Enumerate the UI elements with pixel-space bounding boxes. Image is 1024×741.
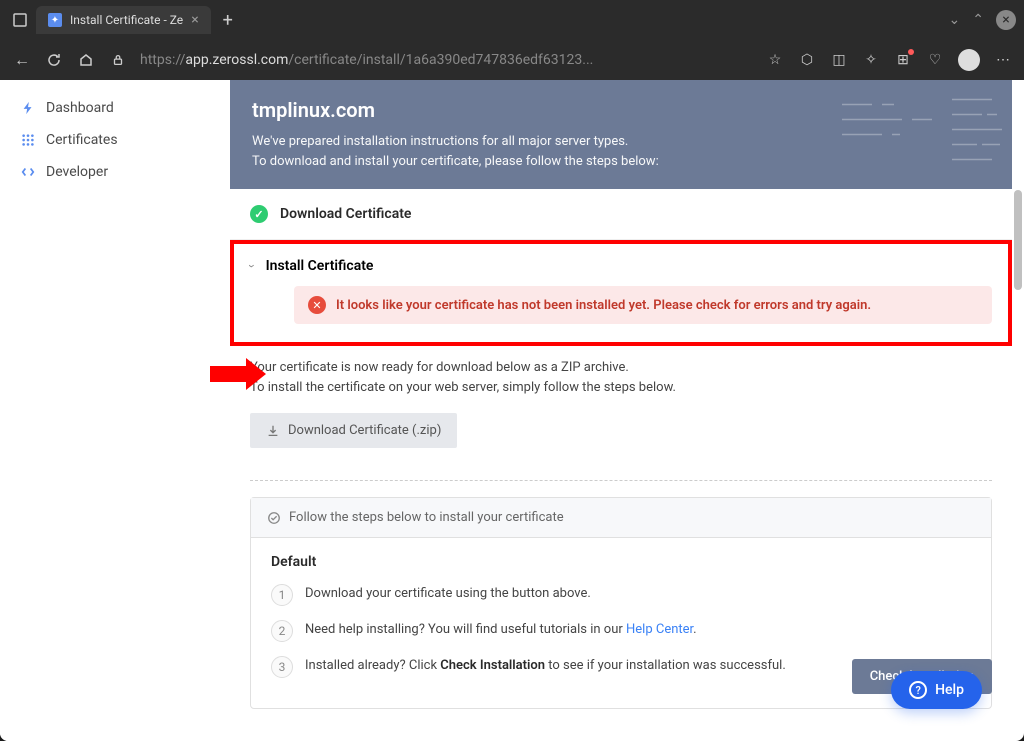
step-text: Need help installing? You will find usef… (305, 620, 697, 640)
chevron-down-icon: › (245, 264, 259, 268)
sidebar-item-label: Certificates (46, 132, 118, 148)
error-icon: ✕ (308, 296, 326, 314)
step-number: 2 (271, 620, 293, 642)
sidebar-item-dashboard[interactable]: Dashboard (8, 92, 222, 124)
lock-icon[interactable] (108, 50, 128, 70)
toolbar-icons: ☆ ⬡ ◫ ✧ ⊞ ♡ ⋯ (766, 49, 1012, 71)
chevron-up-icon[interactable]: ⌃ (972, 12, 984, 28)
section-install: › Install Certificate ✕ It looks like yo… (230, 240, 1012, 346)
scrollbar-thumb[interactable] (1014, 190, 1022, 290)
collections-icon[interactable]: ⊞ (894, 51, 912, 69)
browser-chrome: ✦ Install Certificate - Ze × + ⌄ ⌃ × ← h… (0, 0, 1024, 80)
help-label: Help (935, 682, 964, 698)
step-row-2: 2 Need help installing? You will find us… (271, 620, 971, 642)
help-button[interactable]: ? Help (891, 671, 982, 709)
step-text: Installed already? Click Check Installat… (305, 656, 786, 676)
steps-header: Follow the steps below to install your c… (251, 498, 991, 538)
window-controls: ⌄ ⌃ × (949, 10, 1016, 30)
extension-icon[interactable]: ⬡ (798, 51, 816, 69)
annotation-arrow-icon (210, 356, 266, 392)
tab-title: Install Certificate - Ze (70, 13, 183, 27)
app-container: Dashboard Certificates Developer tmplinu… (0, 80, 1024, 741)
step-number: 1 (271, 584, 293, 606)
section-download: ✓ Download Certificate (230, 189, 1012, 240)
download-icon (266, 424, 280, 438)
step-row-1: 1 Download your certificate using the bu… (271, 584, 971, 606)
section-install-header[interactable]: › Install Certificate (250, 258, 992, 274)
divider (250, 480, 992, 481)
error-banner: ✕ It looks like your certificate has not… (294, 286, 992, 324)
sidebar: Dashboard Certificates Developer (0, 80, 230, 741)
tab-bar: ✦ Install Certificate - Ze × + ⌄ ⌃ × (0, 0, 1024, 40)
section-title: Install Certificate (266, 258, 374, 274)
header-card: tmplinux.com We've prepared installation… (230, 80, 1012, 189)
close-window-icon[interactable]: × (996, 10, 1016, 30)
sidebar-item-certificates[interactable]: Certificates (8, 124, 222, 156)
steps-header-text: Follow the steps below to install your c… (289, 510, 564, 525)
profile-avatar[interactable] (958, 49, 980, 71)
close-tab-icon[interactable]: × (191, 12, 198, 28)
code-icon (20, 164, 36, 180)
sidebar-item-label: Developer (46, 164, 108, 180)
url-field[interactable]: https://app.zerossl.com/certificate/inst… (140, 52, 754, 68)
url-bar: ← https://app.zerossl.com/certificate/in… (0, 40, 1024, 80)
main-content: tmplinux.com We've prepared installation… (230, 80, 1024, 741)
install-description: Your certificate is now ready for downlo… (250, 358, 992, 397)
section-complete: › Installation Complete (250, 709, 992, 741)
heart-icon[interactable]: ♡ (926, 51, 944, 69)
info-icon (267, 511, 281, 525)
puzzle-icon: ✦ (48, 13, 62, 27)
help-icon: ? (909, 681, 927, 699)
grid-icon (20, 132, 36, 148)
sidebar-item-label: Dashboard (46, 100, 114, 116)
section-title: Download Certificate (280, 206, 411, 222)
step-text: Download your certificate using the butt… (305, 584, 591, 604)
page-subtitle: We've prepared installation instructions… (252, 132, 990, 171)
bookmark-icon[interactable]: ✧ (862, 51, 880, 69)
reload-icon[interactable] (44, 50, 64, 70)
back-icon[interactable]: ← (12, 50, 32, 70)
browser-tab[interactable]: ✦ Install Certificate - Ze × (36, 6, 211, 34)
more-icon[interactable]: ⋯ (994, 51, 1012, 69)
sidebar-item-developer[interactable]: Developer (8, 156, 222, 188)
section-download-header[interactable]: ✓ Download Certificate (230, 189, 1012, 239)
help-center-link[interactable]: Help Center (626, 622, 693, 637)
favorite-icon[interactable]: ☆ (766, 51, 784, 69)
chevron-down-icon[interactable]: ⌄ (949, 12, 961, 28)
tab-list-icon[interactable] (8, 8, 32, 32)
step-number: 3 (271, 656, 293, 678)
download-zip-button[interactable]: Download Certificate (.zip) (250, 413, 457, 448)
section-complete-header[interactable]: › Installation Complete (250, 733, 992, 741)
steps-title: Default (271, 554, 971, 570)
check-icon: ✓ (250, 205, 268, 223)
error-message: It looks like your certificate has not b… (336, 298, 871, 313)
lightning-icon (20, 100, 36, 116)
home-icon[interactable] (76, 50, 96, 70)
sidebar-icon[interactable]: ◫ (830, 51, 848, 69)
new-tab-button[interactable]: + (215, 10, 241, 31)
